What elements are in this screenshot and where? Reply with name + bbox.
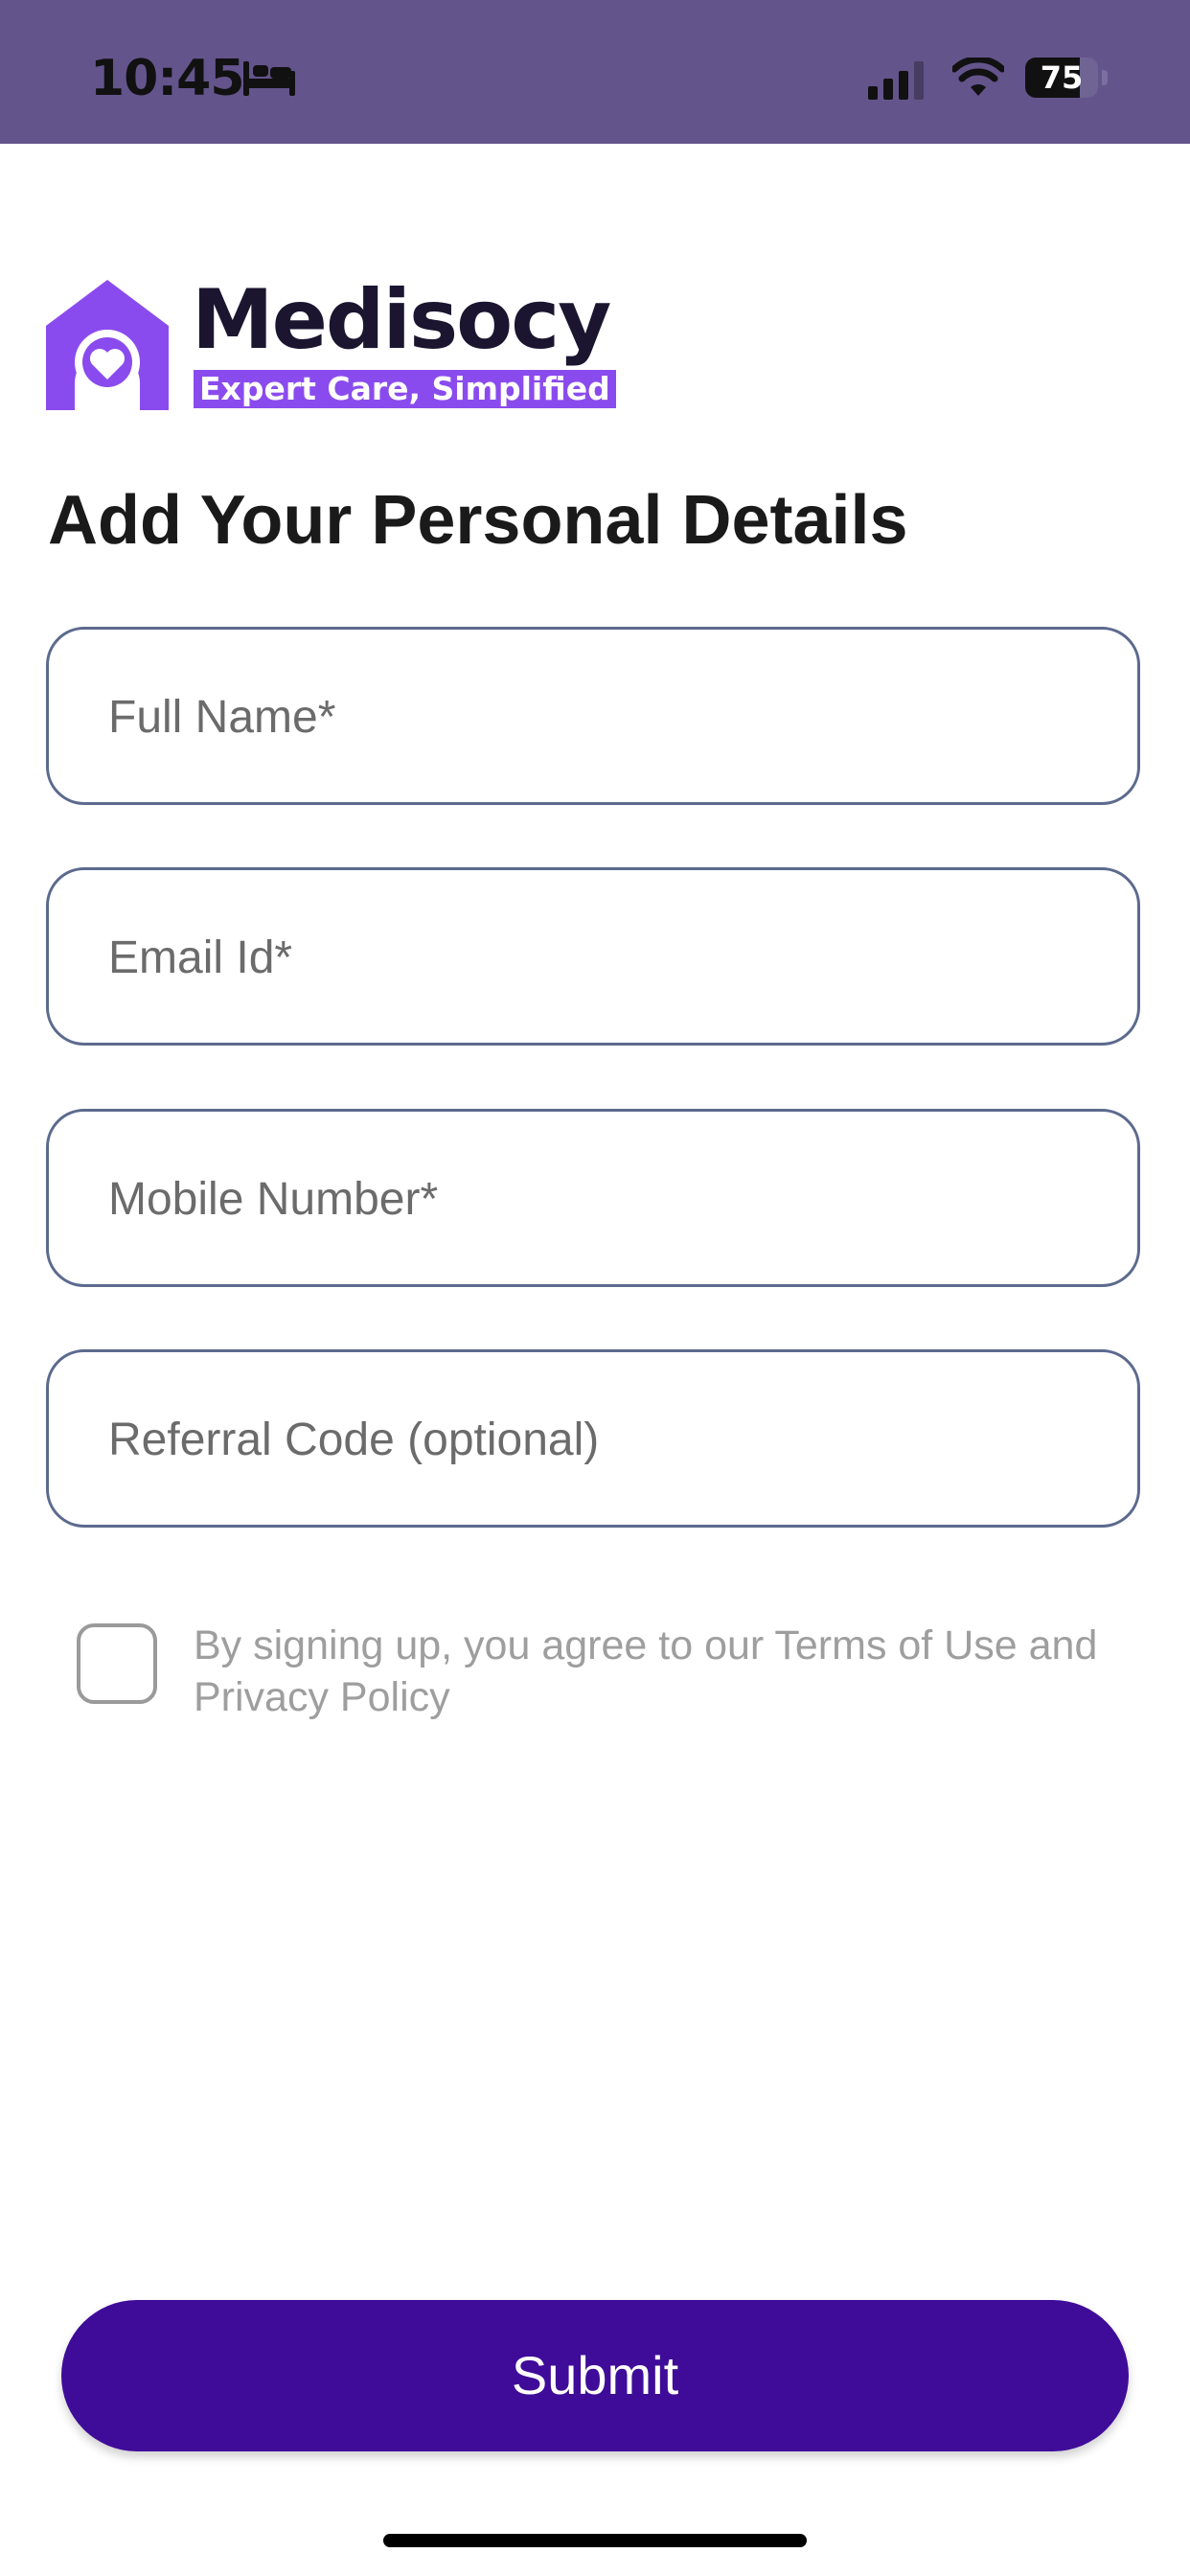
brand-tagline: Expert Care, Simplified (194, 370, 616, 408)
terms-checkbox[interactable] (77, 1623, 157, 1704)
full-name-input[interactable] (106, 630, 1099, 804)
battery-cap (1102, 70, 1108, 85)
email-input[interactable] (106, 870, 1099, 1045)
submit-button[interactable]: Submit (61, 2300, 1129, 2451)
status-time: 10:45 (90, 50, 245, 107)
cellular-signal-icon (868, 61, 924, 100)
mobile-number-field[interactable] (46, 1109, 1140, 1287)
email-field[interactable] (46, 867, 1140, 1046)
brand-name: Medisocy (192, 272, 611, 368)
full-name-field[interactable] (46, 627, 1140, 805)
referral-code-input[interactable] (106, 1352, 1099, 1527)
mobile-number-input[interactable] (106, 1112, 1099, 1286)
battery-body: 75 (1025, 58, 1098, 98)
status-bar: 10:45 75 (0, 0, 1190, 144)
house-heart-icon (46, 280, 169, 410)
battery-icon: 75 (1025, 58, 1108, 98)
wifi-icon (952, 58, 1004, 96)
page-title: Add Your Personal Details (48, 482, 908, 559)
home-indicator (383, 2534, 807, 2547)
terms-text: By signing up, you agree to our Terms of… (194, 1622, 1098, 1720)
battery-level: 75 (1040, 59, 1084, 96)
bed-icon (243, 61, 295, 96)
referral-code-field[interactable] (46, 1349, 1140, 1528)
